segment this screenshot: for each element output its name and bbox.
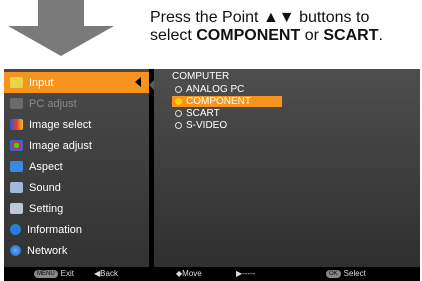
submenu-title: COMPUTER — [172, 71, 230, 82]
down-arrow-icon — [8, 0, 114, 56]
instruction-line-2: select COMPONENT or SCART. — [150, 27, 420, 45]
radio-icon — [175, 122, 182, 129]
footer-next: ▶----- — [236, 269, 255, 278]
instruction-text-part: or — [300, 27, 324, 44]
menu-item-input[interactable]: Input — [4, 72, 149, 93]
menu-item-aspect[interactable]: Aspect — [4, 156, 149, 177]
footer-next-label: ▶----- — [236, 269, 256, 278]
option-scart[interactable]: SCART — [172, 108, 282, 119]
footer-move-label: ◆Move — [176, 269, 202, 278]
menu-item-information[interactable]: Information — [4, 219, 149, 240]
menu-item-pc-adjust[interactable]: PC adjust — [4, 93, 149, 114]
menu-item-label: Information — [27, 223, 83, 236]
footer-select-label: Select — [343, 269, 366, 278]
ok-key-icon: OK — [326, 269, 341, 278]
option-label: COMPONENT — [186, 96, 251, 107]
menu-item-label: Aspect — [29, 160, 63, 173]
sound-icon — [10, 182, 23, 193]
menu-item-sound[interactable]: Sound — [4, 177, 149, 198]
option-label: S-VIDEO — [186, 120, 228, 131]
footer-move: ◆Move — [176, 269, 202, 278]
menu-item-image-adjust[interactable]: Image adjust — [4, 135, 149, 156]
option-analog-pc[interactable]: ANALOG PC — [172, 84, 282, 95]
menu-item-label: Sound — [29, 181, 61, 194]
radio-icon — [175, 86, 182, 93]
menu-item-label: Image select — [29, 118, 92, 131]
footer-back-label: ◀Back — [94, 269, 118, 278]
aspect-icon — [10, 161, 23, 172]
input-submenu: COMPUTER ANALOG PC COMPONENT SCART S-VID… — [154, 69, 420, 267]
instruction-line-1: Press the Point ▲▼ buttons to — [150, 9, 370, 26]
setting-icon — [10, 203, 23, 214]
pc-adjust-icon — [10, 98, 23, 109]
instruction-text-part: . — [378, 27, 383, 44]
footer-exit-label: Exit — [60, 269, 75, 278]
instruction-bold-component: COMPONENT — [196, 27, 301, 44]
instruction-text: Press the Point ▲▼ buttons to select COM… — [150, 9, 420, 45]
main-menu: Input PC adjust Image select Image adjus… — [4, 69, 149, 267]
menu-item-label: PC adjust — [29, 97, 77, 110]
footer-exit: MENU Exit — [34, 269, 74, 278]
radio-selected-icon — [175, 98, 182, 105]
menu-key-icon: MENU — [34, 269, 58, 278]
image-adjust-icon — [10, 140, 23, 151]
menu-item-label: Setting — [29, 202, 64, 215]
menu-item-label: Image adjust — [29, 139, 92, 152]
input-icon — [10, 77, 23, 88]
information-icon — [10, 224, 21, 235]
radio-icon — [175, 110, 182, 117]
image-select-icon — [10, 119, 23, 130]
menu-item-setting[interactable]: Setting — [4, 198, 149, 219]
osd-footer: MENU Exit ◀Back ◆Move ▶----- OK Select — [4, 267, 420, 281]
osd-menu: Input PC adjust Image select Image adjus… — [4, 69, 420, 281]
menu-item-network[interactable]: Network — [4, 240, 149, 261]
instruction-text-part: select — [150, 27, 197, 44]
option-s-video[interactable]: S-VIDEO — [172, 120, 282, 131]
caret-left-icon — [135, 77, 141, 87]
menu-item-label: Input — [29, 76, 54, 89]
network-icon — [10, 245, 21, 256]
footer-select: OK Select — [326, 269, 366, 278]
instruction-bold-scart: SCART — [323, 27, 379, 44]
option-label: ANALOG PC — [186, 84, 245, 95]
option-component[interactable]: COMPONENT — [172, 96, 282, 107]
menu-item-label: Network — [27, 244, 68, 257]
option-label: SCART — [186, 108, 220, 119]
footer-back: ◀Back — [94, 269, 118, 278]
menu-item-image-select[interactable]: Image select — [4, 114, 149, 135]
